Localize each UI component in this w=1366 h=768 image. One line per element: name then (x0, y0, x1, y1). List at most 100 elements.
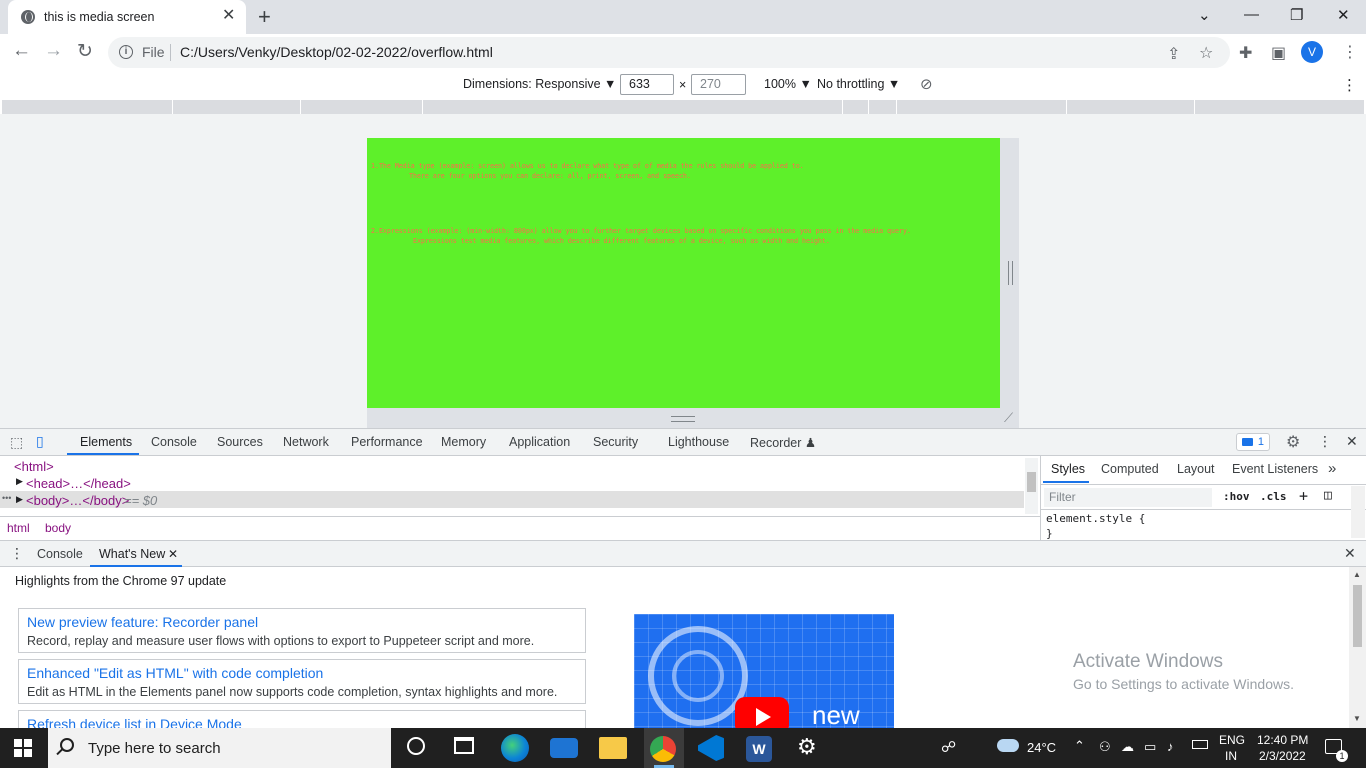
region-code[interactable]: IN (1225, 749, 1237, 763)
body-node[interactable]: <body>…</body> (26, 493, 129, 508)
tab-performance[interactable]: Performance (351, 435, 423, 449)
clock-date[interactable]: 2/3/2022 (1259, 749, 1306, 763)
file-explorer-icon[interactable] (599, 737, 627, 759)
whats-new-video-thumbnail[interactable]: new (634, 614, 894, 728)
taskbar-search[interactable]: Type here to search (48, 728, 391, 768)
side-panel-icon[interactable]: ▣ (1271, 43, 1286, 63)
toggle-sidebar-icon[interactable]: ◫ (1324, 488, 1332, 503)
rotate-icon[interactable]: ⊘ (920, 75, 933, 93)
html-node[interactable]: <html> (14, 459, 54, 474)
tab-styles[interactable]: Styles (1051, 462, 1085, 476)
browser-menu-icon[interactable]: ⋮ (1342, 42, 1358, 62)
element-style-rule[interactable]: element.style { (1046, 512, 1145, 525)
zoom-dropdown[interactable]: 100% ▼ (764, 77, 812, 91)
drawer-close-icon[interactable]: ✕ (1344, 545, 1356, 562)
feature-card-title[interactable]: Enhanced "Edit as HTML" with code comple… (27, 665, 323, 681)
resize-corner-icon[interactable]: ⟋ (1004, 410, 1013, 426)
tab-application[interactable]: Application (509, 435, 570, 449)
feature-card-title[interactable]: Refresh device list in Device Mode (27, 716, 242, 728)
drawer-tab-whats-new[interactable]: What's New (99, 547, 165, 561)
restore-button[interactable]: ❐ (1290, 6, 1303, 24)
drawer-tab-console[interactable]: Console (37, 547, 83, 561)
settings-app-icon[interactable]: ⚙ (797, 734, 817, 760)
tab-console[interactable]: Console (151, 435, 197, 449)
head-node[interactable]: <head>…</head> (26, 476, 131, 491)
breadcrumb-body[interactable]: body (45, 521, 71, 535)
tab-sources[interactable]: Sources (217, 435, 263, 449)
chrome-icon[interactable] (650, 736, 676, 762)
new-rule-button[interactable]: + (1299, 487, 1308, 505)
url-text[interactable]: C:/Users/Venky/Desktop/02-02-2022/overfl… (180, 44, 493, 60)
new-tab-button[interactable]: + (258, 4, 271, 30)
feature-card[interactable]: New preview feature: Recorder panel Reco… (18, 608, 586, 653)
feature-card-title[interactable]: New preview feature: Recorder panel (27, 614, 258, 630)
task-view-icon[interactable] (454, 737, 474, 754)
tab-close-icon[interactable]: ✕ (222, 7, 235, 25)
inspect-element-icon[interactable]: ⬚ (10, 434, 23, 451)
settings-gear-icon[interactable]: ⚙ (1286, 432, 1300, 452)
address-bar[interactable]: i File C:/Users/Venky/Desktop/02-02-2022… (108, 37, 1230, 68)
throttling-dropdown[interactable]: No throttling ▼ (817, 77, 900, 91)
tab-security[interactable]: Security (593, 435, 638, 449)
hov-toggle[interactable]: :hov (1223, 490, 1250, 503)
elements-scrollbar[interactable] (1025, 458, 1038, 514)
language-code[interactable]: ENG (1219, 733, 1245, 747)
devtools-menu-icon[interactable]: ⋮ (1318, 433, 1332, 450)
devtools-close-icon[interactable]: ✕ (1346, 433, 1358, 450)
drawer-scrollbar[interactable] (1349, 567, 1366, 728)
tab-layout[interactable]: Layout (1177, 462, 1215, 476)
back-button[interactable]: ← (12, 40, 31, 62)
width-input[interactable]: 633 (620, 74, 674, 95)
weather-cloud-icon[interactable] (997, 739, 1019, 752)
weather-temp[interactable]: 24°C (1027, 740, 1056, 755)
clock-time[interactable]: 12:40 PM (1257, 733, 1308, 747)
device-toolbar-menu-icon[interactable]: ⋮ (1342, 76, 1357, 94)
breadcrumb-html[interactable]: html (7, 521, 30, 535)
more-tabs-icon[interactable]: » (1328, 460, 1336, 477)
tab-network[interactable]: Network (283, 435, 329, 449)
tab-search-chevron-icon[interactable]: ⌄ (1198, 6, 1211, 24)
forward-button[interactable]: → (44, 40, 63, 62)
tray-icon[interactable]: ⚇ (1099, 739, 1111, 755)
bookmark-star-icon[interactable]: ☆ (1199, 43, 1213, 63)
dimensions-dropdown[interactable]: Dimensions: Responsive ▼ (463, 77, 616, 91)
media-query-bar[interactable] (2, 100, 1364, 114)
viewport-resize-handle-right[interactable] (1000, 138, 1019, 408)
network-icon[interactable]: ▭ (1144, 739, 1156, 755)
profile-avatar[interactable]: V (1301, 41, 1323, 63)
viewport-resize-handle-bottom[interactable] (367, 408, 1019, 428)
close-window-button[interactable]: ✕ (1337, 6, 1350, 24)
expand-arrow-icon[interactable]: ▶ (16, 494, 23, 505)
extensions-puzzle-icon[interactable]: ✚ (1239, 43, 1252, 63)
edge-icon[interactable] (501, 734, 529, 762)
tab-event-listeners[interactable]: Event Listeners (1232, 462, 1318, 476)
reload-button[interactable]: ↻ (77, 40, 93, 63)
battery-icon[interactable] (1192, 740, 1208, 749)
tray-caret-icon[interactable]: ⌃ (1074, 738, 1085, 754)
feature-card[interactable]: Enhanced "Edit as HTML" with code comple… (18, 659, 586, 704)
scroll-down-arrow-icon[interactable]: ▼ (1353, 714, 1361, 723)
height-input[interactable]: 270 (691, 74, 746, 95)
feature-card[interactable]: Refresh device list in Device Mode (18, 710, 586, 728)
tab-lighthouse[interactable]: Lighthouse (668, 435, 729, 449)
drawer-menu-icon[interactable]: ⋮ (10, 545, 24, 562)
people-icon[interactable]: ☍ (941, 738, 956, 756)
styles-scrollbar[interactable] (1351, 486, 1365, 538)
browser-tab[interactable]: this is media screen ✕ (8, 0, 246, 34)
onedrive-icon[interactable]: ☁ (1121, 739, 1134, 755)
issues-badge[interactable]: 1 (1236, 433, 1270, 451)
whats-new-close-icon[interactable]: ✕ (168, 547, 178, 561)
tab-memory[interactable]: Memory (441, 435, 486, 449)
tab-elements[interactable]: Elements (80, 435, 132, 449)
word-icon[interactable]: W (746, 736, 772, 762)
youtube-play-icon[interactable] (735, 697, 789, 728)
cortana-icon[interactable] (407, 737, 425, 755)
minimize-button[interactable]: — (1244, 6, 1259, 23)
expand-arrow-icon[interactable]: ▶ (16, 476, 23, 487)
volume-icon[interactable]: ♪ (1167, 739, 1174, 754)
windows-start-icon[interactable] (14, 739, 32, 757)
site-info-icon[interactable]: i (119, 45, 133, 59)
tab-computed[interactable]: Computed (1101, 462, 1159, 476)
cls-toggle[interactable]: .cls (1260, 490, 1287, 503)
device-toggle-icon[interactable]: ▯ (36, 433, 44, 450)
